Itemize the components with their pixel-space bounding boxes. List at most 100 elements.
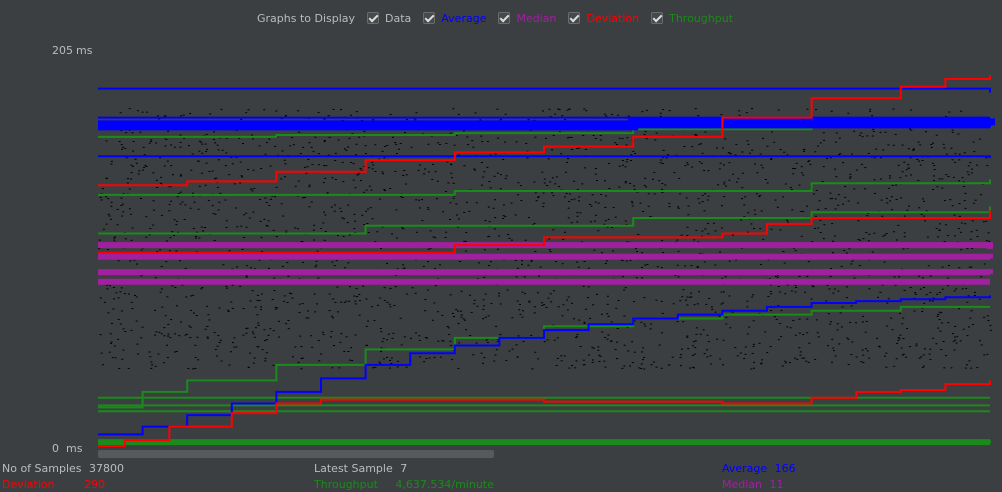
data-point [134, 294, 137, 296]
data-point [126, 178, 129, 180]
data-point [494, 153, 497, 155]
data-point [191, 153, 194, 155]
data-point [241, 176, 244, 178]
data-point [639, 202, 642, 204]
data-point [674, 275, 677, 277]
data-point [406, 119, 409, 121]
data-point [499, 303, 502, 305]
data-point [806, 205, 809, 207]
data-point [233, 346, 236, 348]
data-point [451, 312, 454, 314]
data-point [776, 206, 779, 208]
data-point [105, 196, 108, 198]
data-point [556, 337, 559, 339]
data-point [970, 231, 973, 233]
data-point [107, 198, 110, 200]
data-point [955, 342, 958, 344]
stat-latest-sample: Latest Sample 7 [314, 462, 407, 475]
data-point [226, 287, 229, 289]
data-point [272, 229, 275, 231]
data-point [211, 170, 214, 172]
data-point [220, 360, 223, 362]
data-point [686, 164, 689, 166]
data-point [380, 347, 383, 349]
data-point [703, 353, 706, 355]
data-point [108, 351, 111, 353]
data-point [473, 299, 476, 301]
data-point [519, 313, 522, 315]
data-point [228, 174, 231, 176]
data-point [704, 228, 707, 230]
data-point [481, 141, 484, 143]
data-point [306, 166, 309, 168]
data-point [567, 217, 570, 219]
data-point [533, 306, 536, 308]
data-point [660, 300, 663, 302]
data-point [252, 333, 255, 335]
data-point [102, 228, 105, 230]
data-point [142, 146, 145, 148]
data-point [988, 240, 991, 242]
data-point [869, 108, 872, 110]
data-point [177, 193, 180, 195]
data-point [100, 199, 103, 201]
data-point [146, 111, 149, 113]
data-point [128, 108, 131, 110]
data-point [680, 234, 683, 236]
data-point [207, 200, 210, 202]
data-point [336, 286, 339, 288]
data-point [958, 153, 961, 155]
data-point [722, 302, 725, 304]
data-point [308, 184, 311, 186]
data-point [719, 162, 722, 164]
data-point [354, 220, 357, 222]
data-point [794, 285, 797, 287]
data-point [196, 160, 199, 162]
data-point [762, 137, 765, 139]
data-point [986, 353, 989, 355]
data-point [455, 309, 458, 311]
data-point [776, 276, 779, 278]
data-point [504, 113, 507, 115]
data-point [751, 149, 754, 151]
data-point [171, 285, 174, 287]
data-point [218, 342, 221, 344]
data-point [242, 334, 245, 336]
data-point [482, 362, 485, 364]
data-point [166, 296, 169, 298]
data-point [332, 108, 335, 110]
data-point [379, 297, 382, 299]
data-point [424, 298, 427, 300]
data-point [136, 343, 139, 345]
data-point [297, 180, 300, 182]
data-point [286, 262, 289, 264]
data-point [150, 361, 153, 363]
data-point [583, 364, 586, 366]
data-point [361, 214, 364, 216]
data-point [822, 238, 825, 240]
data-point [330, 315, 333, 317]
data-point [895, 358, 898, 360]
data-point [483, 276, 486, 278]
data-point [958, 267, 961, 269]
data-point [689, 292, 692, 294]
data-point [328, 310, 331, 312]
data-point [334, 301, 337, 303]
data-point [261, 349, 264, 351]
horizontal-scrollbar[interactable] [98, 450, 494, 458]
data-point [490, 303, 493, 305]
data-point [938, 319, 941, 321]
data-point [919, 164, 922, 166]
data-point [458, 342, 461, 344]
data-point [323, 211, 326, 213]
data-point [305, 317, 308, 319]
data-point [449, 202, 452, 204]
data-point [643, 297, 646, 299]
data-point [827, 313, 830, 315]
data-point [564, 119, 567, 121]
data-point [343, 148, 346, 150]
data-point [963, 200, 966, 202]
data-point [167, 130, 170, 132]
data-point [439, 356, 442, 358]
data-point [300, 368, 303, 370]
